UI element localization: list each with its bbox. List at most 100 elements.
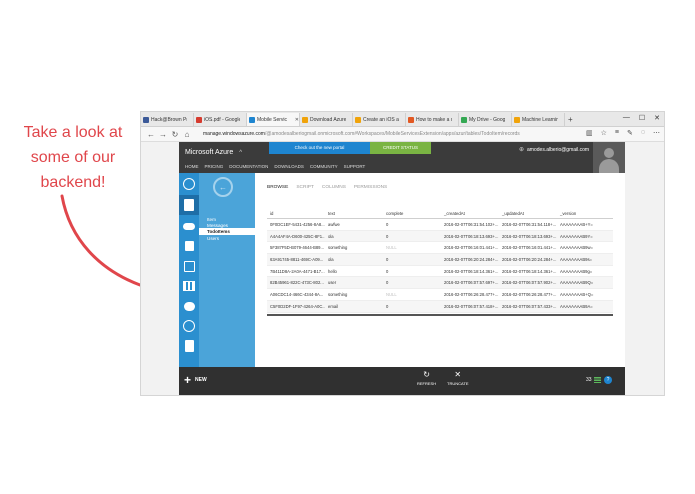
browser-tab[interactable]: My Drive - Googl (459, 113, 512, 126)
table-row[interactable]: 82B45961-822C-473C-802... user 0 2016-02-07… (267, 277, 613, 290)
table-cell: 2016-02-07T06:20:24.284+... (444, 256, 499, 262)
document-icon[interactable] (182, 339, 196, 353)
browser-tab[interactable]: iOS.pdf - Google (194, 113, 247, 126)
maximize-icon[interactable]: ☐ (639, 114, 645, 122)
browser-tab[interactable]: Create an iOS app (353, 113, 406, 126)
new-tab-button[interactable]: + (565, 113, 576, 126)
activity-badge[interactable]: 33 (586, 377, 601, 383)
storage-icon[interactable] (182, 239, 196, 253)
table-row[interactable]: A4A4AF4A-D600-425C-8F1... ola 0 2016-02-07T… (267, 230, 613, 243)
portal-menu: HOME PRICING DOCUMENTATION DOWNLOADS COMMUNI… (185, 164, 365, 169)
table-row[interactable]: 7B411D8A-2A0A-4471-B17... hello 0 2016-02-0… (267, 266, 613, 278)
table-cell: 0 (386, 303, 389, 309)
table-row[interactable]: 0F0DC1EF-5431-4256-8A8... awfwe 0 2016-02-0… (267, 219, 613, 231)
avatar[interactable] (593, 142, 625, 173)
refresh-button[interactable]: ↻ REFRESH (417, 371, 436, 387)
new-portal-banner[interactable]: Check out the new portal (269, 142, 370, 154)
annotation-line: some of our (30, 149, 116, 166)
more-icon[interactable]: ⋯ (653, 129, 660, 137)
back-arrow-icon[interactable]: ← (213, 177, 233, 197)
table-cell: 2016-02-07T06:16:01.441+... (502, 245, 557, 251)
all-items-icon[interactable] (182, 177, 196, 191)
refresh-icon[interactable]: ↻ (169, 130, 181, 139)
table-cell: something (328, 291, 348, 297)
browser-tab[interactable]: Mobile Servic ✕ (247, 113, 300, 126)
browser-tab[interactable]: Machine Learning (512, 113, 565, 126)
office-icon (408, 116, 414, 123)
home-icon[interactable]: ⌂ (181, 130, 193, 139)
portal-brand[interactable]: Microsoft Azure ^ (185, 149, 242, 156)
table-cell: 2016-02-07T06:18:13.693+... (444, 233, 499, 239)
column-header[interactable]: _updatedAt (499, 211, 557, 218)
credit-status-button[interactable]: CREDIT STATUS (370, 142, 431, 154)
url-path: /@amodesalberiogmail.onmicrosoft.com#Wor… (264, 131, 520, 137)
table-item-users[interactable]: Users (207, 236, 219, 241)
brand-label: Microsoft Azure (185, 149, 234, 156)
menu-item[interactable]: HOME (185, 164, 199, 169)
table-cell: user (328, 280, 337, 286)
table-row[interactable]: 5F387F5D-B079-4644-B89... something NULL 20… (267, 242, 613, 255)
table-cell: AAAAAAAAB9Y= (560, 233, 593, 239)
browser-tab[interactable]: Download Azure (300, 113, 353, 126)
sql-database-icon[interactable] (182, 259, 196, 273)
close-tab-icon[interactable]: ✕ (295, 117, 299, 123)
table-row[interactable]: C5F0D2DF-1F97-4264-A0C... email 0 2016-02-0… (267, 300, 613, 313)
column-header[interactable]: text (325, 211, 383, 218)
table-cell: something (328, 245, 348, 251)
table-cell: 5F387F5D-B079-4644-B89... (270, 245, 325, 251)
menu-item[interactable]: DOCUMENTATION (229, 164, 268, 169)
mobile-services-icon[interactable] (179, 195, 199, 215)
hub-icon[interactable]: ≡ (615, 129, 619, 137)
menu-item[interactable]: PRICING (205, 164, 224, 169)
tab-permissions[interactable]: PERMISSIONS (354, 185, 387, 190)
table-cell: 2016-02-07T06:07:57.418+... (444, 303, 499, 309)
table-item-todoitems[interactable]: TodoItems (199, 228, 255, 235)
browser-tab-strip: Hack@Brown Pre iOS.pdf - Google Mobile Ser… (141, 112, 664, 127)
chevron-up-icon: ^ (239, 150, 243, 156)
pdf-icon (196, 116, 202, 123)
hdinsight-icon[interactable] (182, 299, 196, 313)
table-item-item[interactable]: Item (207, 217, 216, 222)
records-table: id text complete _createdAt _updatedAt _versi… (267, 211, 613, 316)
share-icon[interactable]: ◌ (641, 129, 645, 137)
browser-tab[interactable]: Hack@Brown Pre (141, 113, 194, 126)
windows-icon (514, 116, 520, 123)
favorite-star-icon[interactable]: ☆ (601, 129, 607, 137)
tab-columns[interactable]: COLUMNS (322, 185, 346, 190)
table-cell: AAAAAAAAB9g= (560, 268, 593, 274)
table-cell: NULL (386, 245, 397, 251)
column-header[interactable]: _createdAt (441, 211, 499, 218)
badge-count: 33 (586, 377, 592, 383)
windows-icon (302, 116, 308, 123)
help-icon[interactable]: ? (604, 376, 612, 384)
table-cell: AAAAAAAAB9w= (560, 245, 593, 251)
browser-tab[interactable]: How to make a ca (406, 113, 459, 126)
menu-item[interactable]: DOWNLOADS (274, 164, 304, 169)
close-x-icon: ✕ (454, 370, 462, 379)
table-row[interactable]: 63A91745-8811-469C-A09... ola 0 2016-02-07T… (267, 254, 613, 266)
truncate-button[interactable]: ✕ TRUNCATE (447, 370, 468, 387)
url-field[interactable]: manage.windowsazure.com/@amodesalberiogm… (203, 131, 523, 137)
table-cell: NULL (386, 291, 397, 297)
new-button[interactable]: + NEW (184, 374, 207, 386)
reading-view-icon[interactable]: ▥ (586, 129, 593, 137)
back-icon[interactable]: ← (145, 130, 157, 139)
column-header[interactable]: _version (557, 211, 613, 218)
table-cell: 2016-02-07T06:26:28.477+... (502, 291, 557, 297)
cloud-services-icon[interactable] (182, 219, 196, 233)
notes-icon[interactable]: ✎ (627, 129, 633, 137)
forward-icon[interactable]: → (157, 130, 169, 139)
user-account[interactable]: ⊕ amodes.alberio@gmail.com (519, 146, 589, 154)
column-header[interactable]: id (267, 211, 325, 218)
menu-item[interactable]: SUPPORT (344, 164, 366, 169)
menu-item[interactable]: COMMUNITY (310, 164, 338, 169)
close-icon[interactable]: ✕ (654, 114, 660, 122)
tab-script[interactable]: SCRIPT (296, 185, 314, 190)
media-services-icon[interactable] (182, 319, 196, 333)
table-row[interactable]: A06CDC14-466C-4344-8A... something NULL 201… (267, 289, 613, 301)
column-header[interactable]: complete (383, 211, 441, 218)
minimize-icon[interactable]: — (623, 114, 630, 122)
tables-icon[interactable] (182, 279, 196, 293)
table-cell: 0 (386, 268, 389, 274)
tab-browse[interactable]: BROWSE (267, 185, 288, 190)
